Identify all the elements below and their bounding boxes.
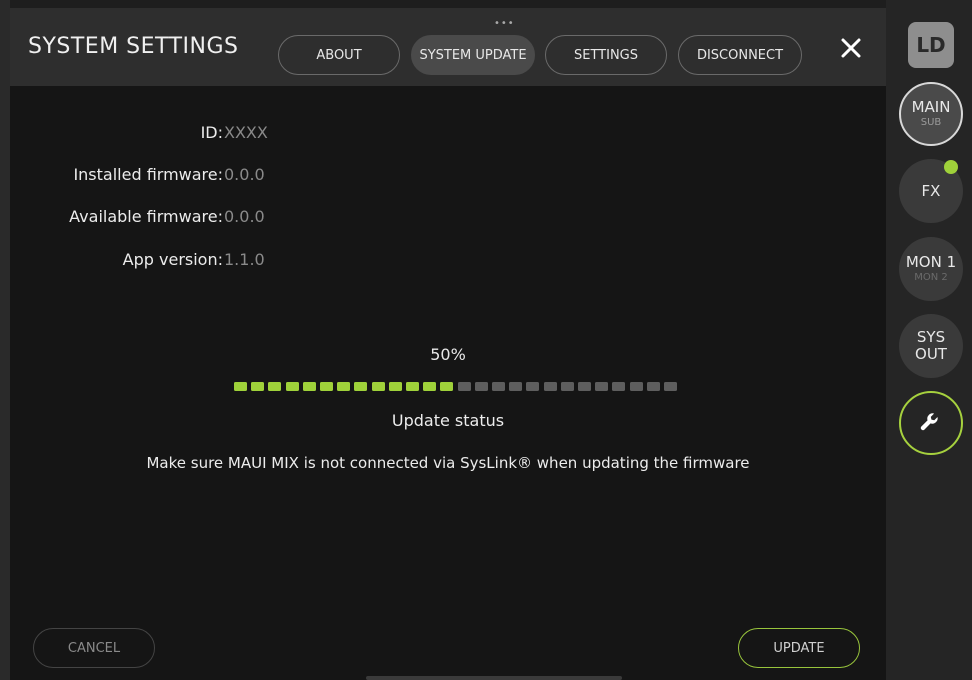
progress-segment <box>578 382 591 391</box>
progress-segment <box>595 382 609 391</box>
drag-grip-icon[interactable]: ••• <box>494 18 515 29</box>
progress-segment <box>457 382 471 391</box>
header-bar: ••• SYSTEM SETTINGS ABOUT SYSTEM UPDATE … <box>10 8 886 86</box>
progress-segment <box>509 382 523 391</box>
tab-about[interactable]: ABOUT <box>278 35 400 75</box>
progress-bar <box>234 382 677 392</box>
progress-segment <box>302 382 316 391</box>
info-row-id: ID: XXXX <box>10 123 430 145</box>
progress-segment <box>337 382 351 391</box>
info-row-available-firmware: Available firmware: 0.0.0 <box>10 207 430 229</box>
progress-segment <box>388 382 402 391</box>
update-button[interactable]: UPDATE <box>738 628 860 668</box>
tab-disconnect[interactable]: DISCONNECT <box>678 35 802 75</box>
main-sub-button[interactable]: MAIN SUB <box>899 82 963 146</box>
available-firmware-value: 0.0.0 <box>224 207 265 226</box>
progress-segment <box>492 382 505 391</box>
progress-segment <box>629 382 643 391</box>
tab-settings[interactable]: SETTINGS <box>545 35 667 75</box>
main-label: MAIN <box>911 98 951 116</box>
app-version-value: 1.1.0 <box>224 250 265 269</box>
progress-percent: 50% <box>430 345 466 364</box>
mon2-label: MON 2 <box>914 272 948 283</box>
close-button[interactable] <box>836 33 866 63</box>
app-window: ••• SYSTEM SETTINGS ABOUT SYSTEM UPDATE … <box>0 0 972 680</box>
progress-segment <box>234 382 247 391</box>
right-sidebar: LD MAIN SUB FX MON 1 MON 2 SYS OUT <box>886 0 972 680</box>
app-version-label: App version: <box>122 250 223 269</box>
progress-segment <box>320 382 333 391</box>
available-firmware-label: Available firmware: <box>69 207 223 226</box>
progress-segment <box>406 382 419 391</box>
sys-out-button[interactable]: SYS OUT <box>899 314 963 378</box>
info-row-installed-firmware: Installed firmware: 0.0.0 <box>10 165 430 187</box>
tools-button[interactable] <box>899 391 963 455</box>
id-value: XXXX <box>224 123 268 142</box>
fx-label: FX <box>921 181 941 200</box>
id-label: ID: <box>200 123 223 142</box>
ld-logo: LD <box>908 22 954 68</box>
progress-segment <box>526 382 540 391</box>
top-edge <box>10 0 886 8</box>
wrench-icon <box>920 413 938 431</box>
cancel-button[interactable]: CANCEL <box>33 628 155 668</box>
sys-label: SYS <box>916 328 946 346</box>
progress-segment <box>474 382 488 391</box>
progress-segment <box>268 382 282 391</box>
mon1-label: MON 1 <box>905 253 957 271</box>
left-edge <box>0 0 10 680</box>
progress-segment <box>423 382 437 391</box>
installed-firmware-value: 0.0.0 <box>224 165 265 184</box>
info-row-app-version: App version: 1.1.0 <box>10 250 430 272</box>
installed-firmware-label: Installed firmware: <box>73 165 223 184</box>
sub-label: SUB <box>920 117 942 128</box>
fx-status-led <box>944 160 958 174</box>
progress-segment <box>664 382 677 391</box>
update-status-text: Update status <box>391 411 505 430</box>
close-x-icon <box>841 38 861 58</box>
progress-segment <box>371 382 385 391</box>
progress-segment <box>285 382 299 391</box>
progress-segment <box>646 382 660 391</box>
syslink-warning: Make sure MAUI MIX is not connected via … <box>146 454 750 472</box>
progress-segment <box>560 382 574 391</box>
progress-segment <box>354 382 368 391</box>
mon-button[interactable]: MON 1 MON 2 <box>899 237 963 301</box>
out-label: OUT <box>915 345 947 363</box>
home-indicator <box>366 676 622 680</box>
progress-segment <box>251 382 265 391</box>
progress-segment <box>440 382 454 391</box>
tab-system-update[interactable]: SYSTEM UPDATE <box>411 35 535 75</box>
page-title: SYSTEM SETTINGS <box>28 34 239 59</box>
progress-segment <box>543 382 557 391</box>
system-update-panel: ID: XXXX Installed firmware: 0.0.0 Avail… <box>10 86 886 680</box>
progress-segment <box>612 382 626 391</box>
